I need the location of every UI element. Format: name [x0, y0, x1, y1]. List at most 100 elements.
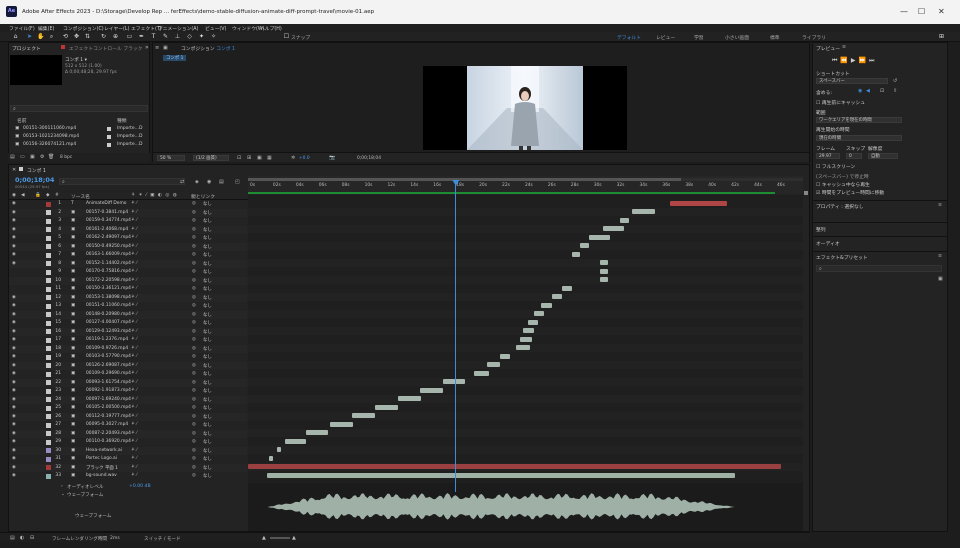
project-list-item[interactable]: ▣ 00153-1021234098.mp4 Importe...D	[15, 134, 142, 139]
col-parent[interactable]: 親とリンク	[191, 193, 215, 200]
layer-label-swatch[interactable]	[46, 380, 51, 385]
switch-icons[interactable]: ⚘ ⁄	[131, 235, 137, 240]
layer-row[interactable]: ◉ 22 ▣ 00093-1.61754.mp4 ⚘ ⁄ ◎ なし	[9, 378, 247, 387]
layer-row[interactable]: ◉ 5 ▣ 00162-2.49097.mp4 ⚘ ⁄ ◎ なし	[9, 234, 247, 242]
parent-pickwhip-icon[interactable]: ◎	[192, 227, 196, 232]
layer-row[interactable]: ◉ 32 ▣ ブラック 平面 1 ⚘ ⁄ ◎ なし	[9, 463, 247, 472]
resolution-dropdown-preview[interactable]: 自動	[868, 153, 898, 159]
layer-row[interactable]: ◉ 3 ▣ 00159-0.34774.mp4 ⚘ ⁄ ◎ なし	[9, 217, 247, 225]
cache-stop-checkbox[interactable]: ☐ キャッシュ中なら再生	[816, 181, 870, 188]
parent-pickwhip-icon[interactable]: ◎	[192, 320, 196, 325]
switch-icons[interactable]: ⚘ ⁄	[131, 278, 137, 283]
parent-dropdown[interactable]: なし	[203, 456, 212, 462]
parent-dropdown[interactable]: なし	[203, 210, 212, 216]
include-overlays-icon[interactable]: ⊡	[880, 88, 884, 94]
new-folder-icon[interactable]: ▭	[20, 154, 25, 160]
comp-breadcrumb[interactable]: コンポ 1	[163, 55, 187, 61]
layer-row[interactable]: ◉ 26 ▣ 00112-0.19777.mp4 ⚘ ⁄ ◎ なし	[9, 412, 247, 421]
layer-name[interactable]: 00095-0.3027.mp4	[86, 422, 128, 427]
settings-icon[interactable]: ⚙	[40, 154, 44, 160]
effects-presets-title[interactable]: エフェクト&プリセット	[816, 254, 868, 261]
comp-timecode[interactable]: 0;00;18;04	[357, 156, 381, 161]
pan-behind-icon[interactable]: ⊕	[112, 33, 119, 40]
rect-tool-icon[interactable]: ▭	[126, 33, 133, 40]
parent-dropdown[interactable]: なし	[203, 227, 212, 233]
layer-duration-bar[interactable]	[527, 319, 538, 325]
shortcut-dropdown[interactable]: スペースバー	[816, 78, 888, 84]
parent-dropdown[interactable]: なし	[203, 235, 212, 241]
layer-label-swatch[interactable]	[46, 235, 51, 241]
switch-icons[interactable]: ⚘ ⁄	[131, 439, 137, 444]
layer-label-swatch[interactable]	[46, 303, 51, 309]
switch-icons[interactable]: ⚘ ⁄	[131, 422, 137, 427]
snap-checkbox[interactable]: ☐	[283, 33, 290, 40]
layer-name[interactable]: 00163-1.66009.mp4	[86, 252, 131, 257]
layer-duration-bar[interactable]	[620, 217, 630, 223]
rotate-tool-icon[interactable]: ↻	[100, 33, 107, 40]
hand-tool-icon[interactable]: ✋	[37, 33, 44, 40]
layer-duration-bar[interactable]	[276, 447, 282, 452]
layer-duration-bar[interactable]	[516, 345, 530, 350]
project-list-item[interactable]: ▣ 00151-300111060.mp4 Importe...D	[15, 126, 142, 131]
layer-row[interactable]: ◉ 20 ▣ 00126-2.69087.mp4 ⚘ ⁄ ◎ なし	[9, 361, 247, 370]
layer-duration-bar[interactable]	[599, 277, 608, 282]
switch-icons[interactable]: ⚘ ⁄	[131, 218, 137, 223]
parent-dropdown[interactable]: なし	[203, 252, 212, 258]
layer-duration-bar[interactable]	[669, 200, 727, 206]
properties-menu-icon[interactable]: ≡	[938, 203, 942, 208]
switch-icons[interactable]: ⚘ ⁄	[131, 252, 137, 257]
parent-pickwhip-icon[interactable]: ◎	[192, 252, 196, 257]
tab-timeline-comp[interactable]: コンポ 1	[27, 167, 46, 174]
layer-row[interactable]: ◉ 28 ▣ 00087-2.20493.mp4 ⚘ ⁄ ◎ なし	[9, 429, 247, 438]
label-column-icon[interactable]: ◆	[46, 193, 50, 198]
switch-icons[interactable]: ⚘ ⁄	[131, 431, 137, 436]
layer-duration-bar[interactable]	[534, 311, 544, 316]
draft3d-icon[interactable]: ◈	[195, 179, 199, 185]
layer-name[interactable]: 00109-0.9726.mp4	[86, 346, 128, 351]
layer-row[interactable]: ◉ 2 ▣ 00157-0.3841.mp4 ⚘ ⁄ ◎ なし	[9, 208, 247, 217]
parent-dropdown[interactable]: なし	[203, 354, 212, 360]
in-out-toggle-icon[interactable]: ⊟	[30, 535, 34, 541]
visibility-eye-icon[interactable]: ◉	[12, 235, 16, 240]
menu-item-1[interactable]: 編集(E)	[38, 25, 54, 32]
audio-title[interactable]: オーディオ	[816, 240, 840, 247]
switch-icons[interactable]: ⚘ ⁄	[131, 380, 137, 385]
layer-duration-bar[interactable]	[473, 370, 489, 376]
layer-row[interactable]: ◉ 23 ▣ 00092-1.91873.mp4 ⚘ ⁄ ◎ なし	[9, 387, 247, 395]
frame-rate-dropdown[interactable]: 29.97	[816, 153, 840, 159]
zoom-tool-icon[interactable]: ⌕	[48, 33, 55, 40]
col-source-name[interactable]: ソース名	[71, 193, 90, 200]
layer-name[interactable]: 00129-0.12493.mp4	[86, 329, 131, 334]
layer-label-swatch[interactable]	[46, 388, 51, 394]
visibility-eye-icon[interactable]: ◉	[12, 473, 16, 478]
layer-label-swatch[interactable]	[46, 286, 51, 292]
cache-before-checkbox[interactable]: ☐ 再生前にキャッシュ	[816, 99, 865, 106]
layer-row[interactable]: 11 ▣ 00150-3.36121.mp4 ⚘ ⁄ ◎ なし	[9, 285, 247, 293]
parent-pickwhip-icon[interactable]: ◎	[192, 312, 196, 317]
parent-dropdown[interactable]: なし	[203, 337, 212, 343]
workspace-tab-1[interactable]: レビュー	[656, 34, 675, 41]
comp-end-marker-icon[interactable]	[804, 191, 808, 195]
layer-row[interactable]: ◉ 33 ▣ bg-sound.wav ⚘ ⁄ ◎ なし	[9, 472, 247, 480]
switch-icons[interactable]: ⚘ ⁄	[131, 329, 137, 334]
layer-name[interactable]: 00161-2.4068.mp4	[86, 227, 128, 232]
timeline-search-input[interactable]: ⌕	[59, 178, 185, 185]
layer-name[interactable]: 00148-0.20980.mp4	[86, 312, 131, 317]
parent-dropdown[interactable]: なし	[203, 261, 212, 267]
parent-dropdown[interactable]: なし	[203, 371, 212, 377]
visibility-eye-icon[interactable]: ◉	[12, 261, 16, 266]
layer-row[interactable]: ◉ 30 ▣ Hexa-network.ai ⚘ ⁄ ◎ なし	[9, 446, 247, 455]
switch-icons[interactable]: ⚘ ⁄	[131, 388, 137, 393]
parent-dropdown[interactable]: なし	[203, 303, 212, 309]
parent-pickwhip-icon[interactable]: ◎	[192, 269, 196, 274]
switch-icons[interactable]: ⚘ ⁄	[131, 414, 137, 419]
layer-label-swatch[interactable]	[46, 329, 51, 334]
layer-label-swatch[interactable]	[46, 201, 51, 207]
visibility-eye-icon[interactable]: ◉	[12, 388, 16, 393]
layer-name[interactable]: 00087-2.20493.mp4	[86, 431, 131, 436]
audio-level-chevron-icon[interactable]: ›	[61, 484, 63, 489]
layer-duration-bar[interactable]	[599, 260, 608, 265]
parent-dropdown[interactable]: なし	[203, 201, 212, 207]
visibility-eye-icon[interactable]: ◉	[12, 227, 16, 232]
switch-icons[interactable]: ⚘ ⁄	[131, 269, 137, 274]
